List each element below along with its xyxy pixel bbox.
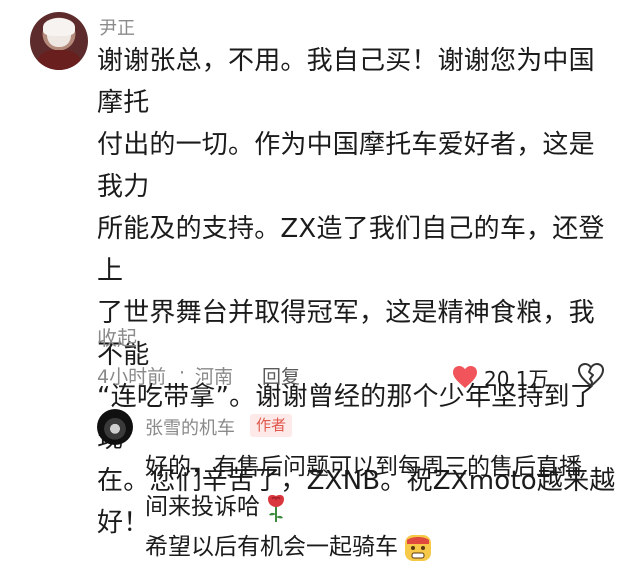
reply-line-2: 间来投诉哈 (145, 494, 260, 520)
reply-line-1: 好的，有售后问题可以到每周三的售后直播 (145, 454, 582, 480)
comment-avatar[interactable] (30, 12, 88, 70)
reply-button[interactable]: 回复 (262, 362, 300, 389)
collapse-button[interactable]: 收起 (97, 322, 137, 351)
dislike-button[interactable] (577, 362, 607, 392)
comment-time: 4小时前 (97, 366, 167, 388)
rose-emoji-icon (268, 494, 284, 522)
author-badge: 作者 (250, 414, 293, 437)
reply-avatar[interactable] (97, 409, 133, 445)
like-count: 20.1万 (484, 366, 549, 391)
comment-username[interactable]: 尹正 (99, 14, 135, 40)
broken-heart-icon (578, 363, 604, 387)
reply-text: 好的，有售后问题可以到每周三的售后直播 间来投诉哈 希望以后有机会一起骑车 (145, 447, 625, 567)
heart-icon (453, 366, 477, 388)
like-button[interactable]: 20.1万 (452, 362, 549, 392)
reply-username[interactable]: 张雪的机车 (145, 414, 235, 440)
meta-separator: · (179, 362, 186, 384)
reply-line-3: 希望以后有机会一起骑车 (145, 534, 398, 560)
comment-location: 河南 (195, 366, 234, 388)
grimace-emoji-icon (405, 534, 431, 561)
